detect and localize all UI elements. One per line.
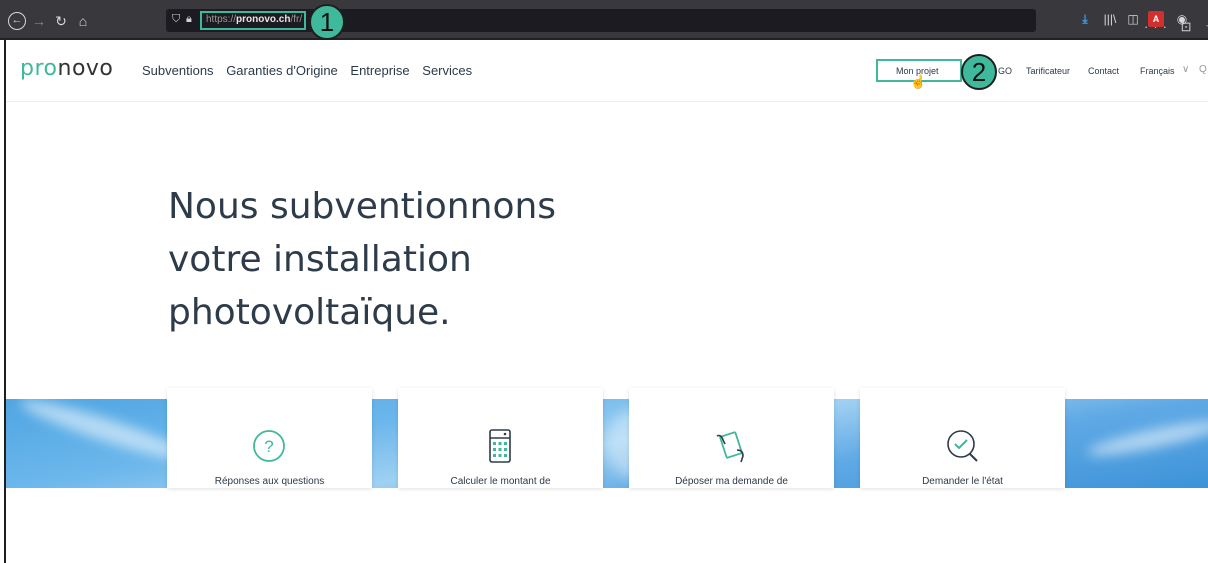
site-header: pronovo Subventions Garanties d'Origine …	[6, 40, 1208, 102]
hero-line-3: photovoltaïque.	[168, 292, 451, 333]
home-icon[interactable]: ⌂	[74, 12, 92, 30]
search-icon[interactable]: Q	[1199, 64, 1207, 75]
check-search-icon	[947, 430, 978, 462]
calculator-icon	[489, 429, 511, 463]
hand-cursor-icon: ☝	[910, 74, 927, 89]
url-highlight-box	[200, 11, 306, 30]
chevron-down-icon[interactable]: ∨	[1182, 64, 1189, 75]
account-icon[interactable]: ◉	[1174, 11, 1190, 27]
card-label: Réponses aux questions	[214, 476, 325, 487]
card-label: Calculer le montant de	[450, 476, 551, 487]
reload-icon[interactable]: ↻	[52, 12, 70, 30]
hero-line-1: Nous subventionnons	[168, 186, 557, 227]
lock-icon[interactable]: 🔒︎	[186, 13, 192, 26]
card-label: Déposer ma demande de	[675, 476, 788, 487]
browser-toolbar: ← → ↻ ⌂ ⛉ 🔒︎ https://pronovo.ch/fr/ ··· …	[0, 0, 1208, 40]
download-icon[interactable]: ⤓	[1077, 11, 1093, 27]
shield-icon[interactable]: ⛉	[172, 13, 180, 26]
library-icon[interactable]: |||\	[1102, 11, 1118, 27]
utility-nav: Mon projet GO Tarificateur Contact Franç…	[6, 40, 1208, 102]
card-faq[interactable]: ? Réponses aux questions	[167, 388, 372, 488]
document-hand-icon	[716, 431, 744, 463]
svg-text:?: ?	[264, 437, 273, 456]
callout-2: 2	[961, 54, 997, 90]
card-submit-request[interactable]: Déposer ma demande de	[629, 388, 834, 488]
card-label: Demander le l'état	[922, 476, 1003, 487]
go-link[interactable]: GO	[998, 66, 1012, 76]
hero-line-2: votre installation	[168, 239, 472, 280]
tarificateur-link[interactable]: Tarificateur	[1026, 66, 1070, 76]
pdf-icon[interactable]: A	[1148, 11, 1164, 27]
back-arrow-icon[interactable]: ←	[8, 12, 26, 30]
question-icon: ?	[253, 430, 285, 462]
address-bar[interactable]: ⛉ 🔒︎ https://pronovo.ch/fr/ ··· ⊡ ☆	[166, 9, 1208, 34]
toolbar-icons: ⤓ |||\ ◫ A ◉	[1077, 11, 1205, 29]
hero-title: Nous subventionnons votre installation p…	[168, 180, 688, 339]
sidebar-icon[interactable]: ◫	[1125, 11, 1141, 27]
card-request-status[interactable]: Demander le l'état	[860, 388, 1065, 488]
contact-link[interactable]: Contact	[1088, 66, 1119, 76]
language-select[interactable]: Français	[1140, 66, 1175, 76]
callout-1: 1	[309, 4, 345, 40]
forward-arrow-icon[interactable]: →	[30, 12, 48, 30]
card-calculator[interactable]: Calculer le montant de	[398, 388, 603, 488]
